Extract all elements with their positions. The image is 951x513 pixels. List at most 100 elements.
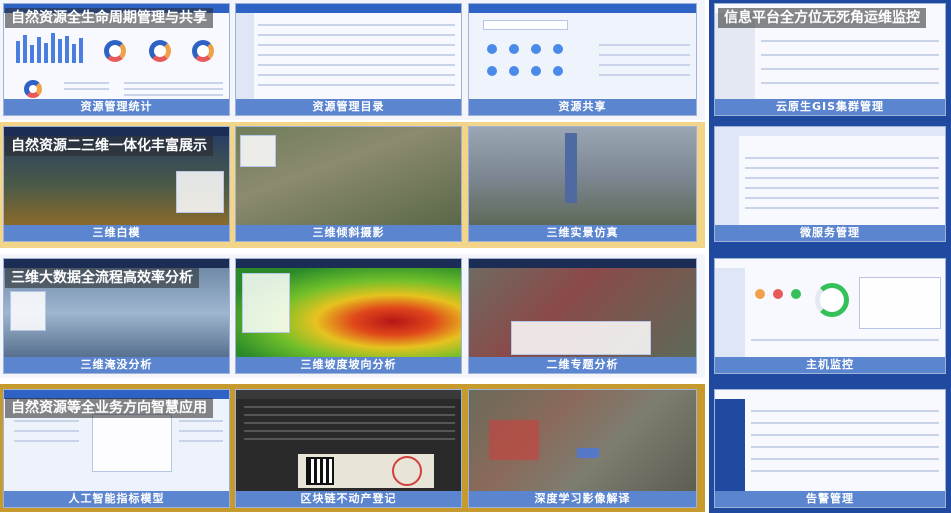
screenshot-collage: 资源管理统计 资源管理目录 资源共享 三维白模 三维倾斜摄影 三维实景仿真 三维… [0,0,951,513]
table-row [745,207,939,209]
tile-caption: 人工智能指标模型 [4,491,229,507]
table-row [258,64,455,66]
tile-resource-catalog[interactable]: 资源管理目录 [235,3,462,116]
table-row [258,34,455,36]
app-header [715,127,945,136]
record-row [244,438,455,440]
bar [72,44,76,63]
resource-icon [509,44,519,54]
tile-caption: 资源管理目录 [236,99,461,115]
tile-3d-slope-aspect[interactable]: 三维坡度坡向分析 [235,258,462,374]
list-row [124,88,223,90]
tower-building [565,133,577,203]
app-sidebar [715,268,745,357]
table-row [751,434,939,436]
resource-icon [531,66,541,76]
tile-resource-sharing[interactable]: 资源共享 [468,3,697,116]
resource-icon [553,66,563,76]
resource-icon [509,66,519,76]
tile-caption: 云原生GIS集群管理 [715,99,945,115]
tile-caption: 资源共享 [469,99,696,115]
tile-caption: 三维坡度坡向分析 [236,357,461,373]
app-header [236,390,461,399]
bar [58,39,62,63]
table-row [751,422,939,424]
tile-blockchain-registration[interactable]: 区块链不动产登记 [235,389,462,508]
model-dialog [92,414,172,472]
data-table-panel [511,321,651,355]
tile-host-monitor[interactable]: 主机监控 [714,258,946,374]
table-row [258,74,455,76]
seal-stamp-icon [392,456,422,486]
tile-microservice-mgmt[interactable]: 微服务管理 [714,126,946,242]
app-header [236,4,461,13]
detected-region [489,420,539,460]
table-row [745,167,939,169]
record-row [244,430,455,432]
record-row [244,422,455,424]
record-row [244,414,455,416]
table-row [258,24,455,26]
search-bar [483,20,568,30]
status-icon [755,289,765,299]
tool-panel [242,273,290,333]
tile-caption: 三维倾斜摄影 [236,225,461,241]
tile-3d-oblique-photo[interactable]: 三维倾斜摄影 [235,126,462,242]
list-row [599,74,690,76]
donut-chart-icon [104,40,126,62]
metric-panel [859,277,941,329]
app-header [469,4,696,13]
bar [44,43,48,63]
tile-caption: 三维淹没分析 [4,357,229,373]
bar [30,45,34,63]
tool-panel [10,291,46,331]
resource-icon [553,44,563,54]
table-row [745,197,939,199]
list-row [599,64,690,66]
table-row [761,40,939,42]
list-row [14,420,79,422]
table-row [745,177,939,179]
tile-caption: 三维白模 [4,225,229,241]
bar [51,33,55,63]
resource-icon [487,44,497,54]
list-row [124,94,223,96]
list-row [599,44,690,46]
bar [23,35,27,63]
app-header [4,259,229,268]
tile-caption: 主机监控 [715,357,945,373]
record-row [244,406,455,408]
tile-deep-learning-interpretation[interactable]: 深度学习影像解译 [468,389,697,508]
tile-3d-realistic-sim[interactable]: 三维实景仿真 [468,126,697,242]
status-icon [791,289,801,299]
donut-chart-icon [24,80,42,98]
tile-caption: 微服务管理 [715,225,945,241]
band-title-3d-analysis: 三维大数据全流程高效率分析 [5,268,199,288]
resource-icon [531,44,541,54]
resource-icon [487,66,497,76]
app-sidebar [715,136,739,225]
donut-chart-icon [192,40,214,62]
list-row [64,88,109,90]
app-header [469,259,696,268]
list-row [14,440,79,442]
app-header [236,259,461,268]
tile-alarm-mgmt[interactable]: 告警管理 [714,389,946,508]
status-icon [773,289,783,299]
table-row [258,84,455,86]
band-title-lifecycle: 自然资源全生命周期管理与共享 [5,8,213,28]
band-title-3d-display: 自然资源二三维一体化丰富展示 [5,136,213,156]
tile-caption: 资源管理统计 [4,99,229,115]
list-row [179,440,223,442]
tile-2d-thematic[interactable]: 二维专题分析 [468,258,697,374]
tile-caption: 告警管理 [715,491,945,507]
app-header [4,127,229,136]
app-sidebar [715,399,745,491]
detected-region [577,448,599,458]
tool-panel [240,135,276,167]
bar [37,37,41,63]
list-row [179,430,223,432]
table-row [745,187,939,189]
bar [65,36,69,63]
band-title-smart-apps: 自然资源等全业务方向智慧应用 [5,398,213,418]
